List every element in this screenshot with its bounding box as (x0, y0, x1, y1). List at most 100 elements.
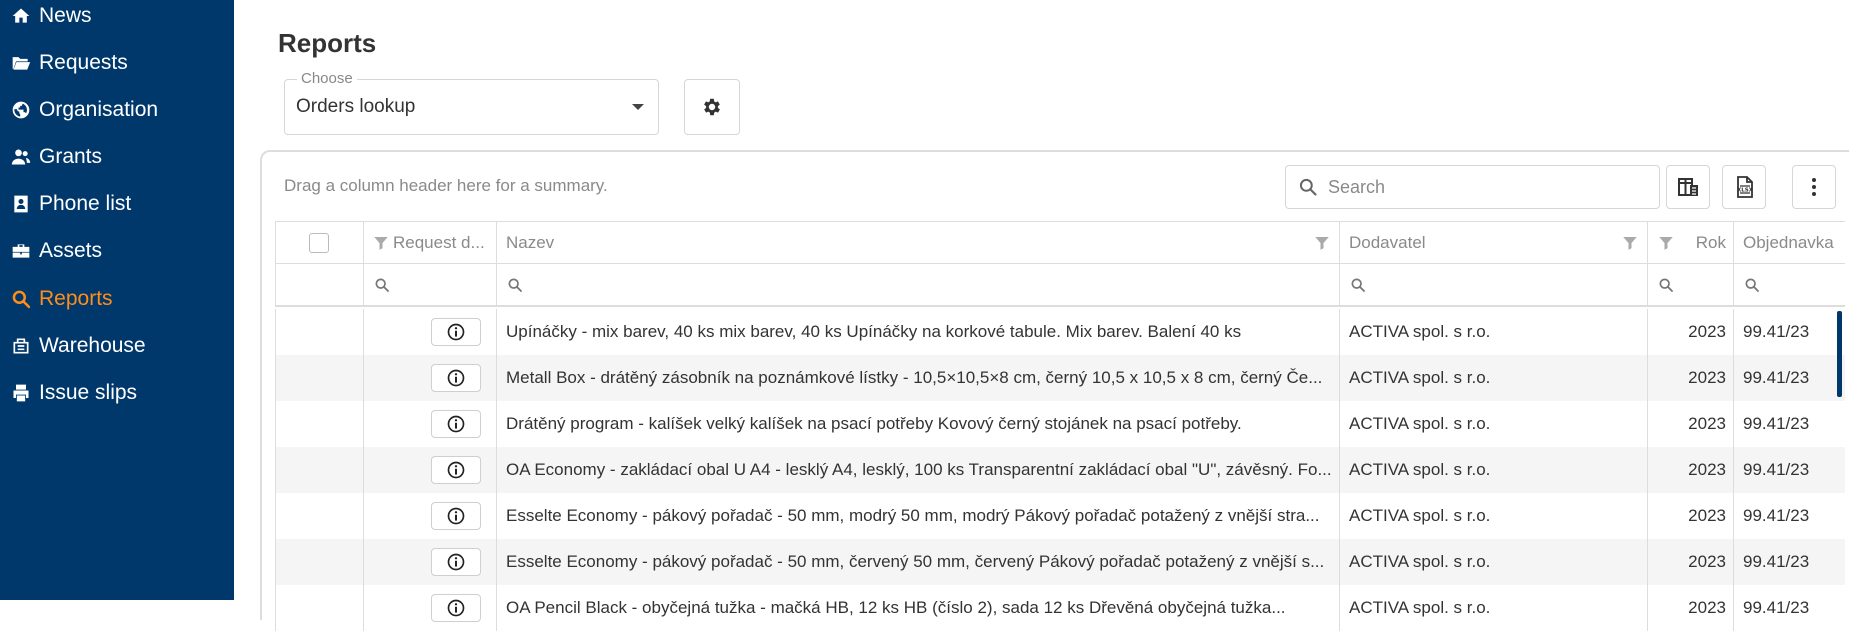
search-input[interactable] (1328, 174, 1648, 200)
row-detail-cell (363, 447, 496, 493)
filter-icon[interactable] (372, 234, 390, 252)
row-select-cell[interactable] (275, 355, 363, 401)
column-header-label: Request d... (393, 232, 485, 252)
cell-rok: 2023 (1647, 309, 1733, 355)
cell-nazev: OA Pencil Black - obyčejná tužka - mačká… (496, 585, 1339, 631)
briefcase-icon (10, 240, 32, 262)
cell-rok: 2023 (1647, 355, 1733, 401)
row-info-button[interactable] (431, 502, 481, 530)
table-row[interactable]: Esselte Economy - pákový pořadač - 50 mm… (275, 493, 1845, 539)
column-header-rok[interactable]: Rok (1647, 222, 1733, 263)
cell-objednavka: 99.41/23 (1733, 539, 1845, 585)
filter-cell-dodavatel[interactable] (1339, 264, 1647, 305)
row-info-button[interactable] (431, 364, 481, 392)
cell-rok: 2023 (1647, 493, 1733, 539)
cell-text: Esselte Economy - pákový pořadač - 50 mm… (506, 506, 1320, 525)
users-icon (10, 146, 32, 168)
settings-button[interactable] (684, 79, 740, 135)
row-select-cell[interactable] (275, 309, 363, 355)
cell-text: Metall Box - drátěný zásobník na poznámk… (506, 368, 1323, 387)
sidebar-item-label: Issue slips (39, 381, 138, 404)
cell-nazev: Drátěný program - kalíšek velký kalíšek … (496, 401, 1339, 447)
printer-icon (10, 382, 32, 404)
row-select-cell[interactable] (275, 401, 363, 447)
column-chooser-button[interactable] (1666, 165, 1710, 209)
cell-dodavatel: ACTIVA spol. s r.o. (1339, 493, 1647, 539)
row-select-cell[interactable] (275, 539, 363, 585)
info-icon (447, 369, 465, 387)
table-row[interactable]: OA Pencil Black - obyčejná tužka - mačká… (275, 585, 1845, 631)
filter-cell-rok[interactable] (1647, 264, 1733, 305)
warehouse-icon (10, 335, 32, 357)
row-info-button[interactable] (431, 594, 481, 622)
sidebar-item-issue-slips[interactable]: Issue slips (0, 371, 234, 415)
cell-objednavka: 99.41/23 (1733, 309, 1845, 355)
row-detail-cell (363, 585, 496, 631)
row-detail-cell (363, 493, 496, 539)
sidebar-item-label: News (39, 4, 92, 27)
table-row[interactable]: Drátěný program - kalíšek velký kalíšek … (275, 401, 1845, 447)
filter-icon[interactable] (1621, 234, 1639, 252)
cell-rok: 2023 (1647, 539, 1733, 585)
column-header-dodavatel[interactable]: Dodavatel (1339, 222, 1647, 263)
filter-icon[interactable] (1657, 234, 1675, 252)
cell-text: Esselte Economy - pákový pořadač - 50 mm… (506, 552, 1325, 571)
cell-nazev: Esselte Economy - pákový pořadač - 50 mm… (496, 493, 1339, 539)
sidebar-item-grants[interactable]: Grants (0, 135, 234, 179)
row-info-button[interactable] (431, 318, 481, 346)
header-row: Request d... Nazev Dodavatel Rok Objedna… (275, 221, 1845, 264)
row-info-button[interactable] (431, 548, 481, 576)
row-info-button[interactable] (431, 456, 481, 484)
group-panel-hint: Drag a column header here for a summary. (284, 176, 608, 195)
row-select-cell[interactable] (275, 447, 363, 493)
cell-objednavka: 99.41/23 (1733, 447, 1845, 493)
sidebar-item-organisation[interactable]: Organisation (0, 88, 234, 132)
sidebar-item-assets[interactable]: Assets (0, 229, 234, 273)
filter-cell-nazev[interactable] (496, 264, 1339, 305)
sidebar-item-news[interactable]: News (0, 0, 234, 38)
column-header-request-date[interactable]: Request d... (363, 222, 496, 263)
search-icon (1351, 277, 1365, 292)
search-icon (1659, 277, 1673, 292)
row-select-cell[interactable] (275, 493, 363, 539)
column-chooser-icon (1678, 178, 1698, 196)
table-row[interactable]: Upínáčky - mix barev, 40 ks mix barev, 4… (275, 309, 1845, 355)
cell-objednavka: 99.41/23 (1733, 355, 1845, 401)
sidebar-item-reports[interactable]: Reports (0, 277, 234, 321)
sidebar-item-requests[interactable]: Requests (0, 41, 234, 85)
row-detail-cell (363, 355, 496, 401)
select-all-checkbox[interactable] (309, 232, 329, 253)
table-row[interactable]: Esselte Economy - pákový pořadač - 50 mm… (275, 539, 1845, 585)
table-row[interactable]: Metall Box - drátěný zásobník na poznámk… (275, 355, 1845, 401)
search-icon (375, 277, 389, 292)
cell-text: OA Pencil Black - obyčejná tužka - mačká… (506, 598, 1286, 617)
folder-open-icon (10, 52, 32, 74)
row-select-cell[interactable] (275, 585, 363, 631)
grid-search[interactable] (1285, 165, 1660, 209)
sidebar-item-label: Organisation (39, 98, 159, 121)
sidebar-item-label: Reports (39, 287, 113, 310)
report-select[interactable]: Choose Orders lookup (284, 70, 659, 135)
sidebar-item-phone-list[interactable]: Phone list (0, 182, 234, 226)
vertical-scrollbar-thumb[interactable] (1837, 311, 1842, 397)
filter-icon[interactable] (1313, 234, 1331, 252)
column-header-nazev[interactable]: Nazev (496, 222, 1339, 263)
address-book-icon (10, 193, 32, 215)
filter-cell-request-date[interactable] (363, 264, 496, 305)
cell-nazev: OA Economy - zakládací obal U A4 - leskl… (496, 447, 1339, 493)
column-header-objednavka[interactable]: Objednavka (1733, 222, 1845, 263)
row-detail-cell (363, 539, 496, 585)
column-header-label: Nazev (506, 232, 555, 252)
row-info-button[interactable] (431, 410, 481, 438)
export-xlsx-button[interactable]: XLSX (1722, 165, 1766, 209)
sidebar-item-label: Grants (39, 145, 103, 168)
sidebar-item-warehouse[interactable]: Warehouse (0, 324, 234, 368)
more-options-button[interactable] (1792, 165, 1836, 209)
cell-dodavatel: ACTIVA spol. s r.o. (1339, 401, 1647, 447)
filter-cell-objednavka[interactable] (1733, 264, 1845, 305)
table-row[interactable]: OA Economy - zakládací obal U A4 - leskl… (275, 447, 1845, 493)
filter-row (275, 264, 1845, 307)
search-icon (10, 288, 32, 310)
more-vertical-icon (1812, 178, 1816, 196)
column-header-label: Dodavatel (1349, 232, 1426, 252)
